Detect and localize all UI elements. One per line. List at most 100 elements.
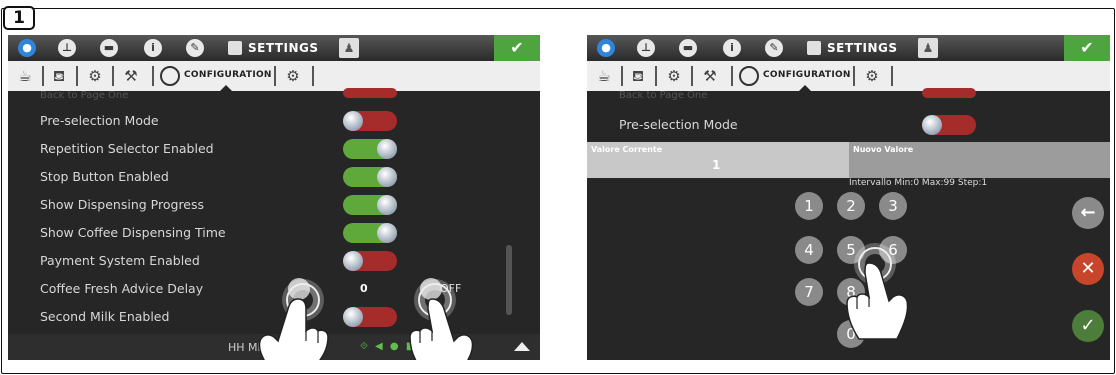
dispensing-progress-toggle[interactable] xyxy=(343,195,397,215)
repetition-selector-toggle[interactable] xyxy=(343,139,397,159)
toggle-knob xyxy=(377,139,397,159)
separator xyxy=(76,66,78,86)
stop-button-toggle[interactable] xyxy=(343,167,397,187)
user-settings-icon[interactable]: ⚙ xyxy=(663,66,685,86)
toggle-partial[interactable] xyxy=(343,88,397,98)
water-drop-icon[interactable]: ● xyxy=(597,39,615,57)
back-to-page-one[interactable]: Back to Page One xyxy=(619,90,707,101)
settings-icon xyxy=(807,41,821,55)
separator xyxy=(655,66,657,86)
separator xyxy=(853,66,855,86)
new-value-panel[interactable]: Nuovo Valore xyxy=(849,142,1110,178)
dispenser-icon[interactable]: ⛾ xyxy=(48,66,70,86)
toggle-knob xyxy=(922,115,942,135)
status-icons: ⟐ ◀ ● ■ xyxy=(360,341,418,352)
second-milk-toggle[interactable] xyxy=(343,307,397,327)
separator xyxy=(274,66,276,86)
wrench-icon[interactable]: ✔ xyxy=(494,35,540,61)
toggle-knob xyxy=(377,195,397,215)
cup-icon[interactable]: ▬ xyxy=(100,39,118,57)
pointing-hand-icon xyxy=(258,298,329,360)
setting-label: Repetition Selector Enabled xyxy=(40,141,214,156)
confirm-button[interactable]: ✓ xyxy=(1072,310,1104,342)
dispenser-icon[interactable]: ⛾ xyxy=(627,66,649,86)
setting-label: Pre-selection Mode xyxy=(619,117,738,132)
separator xyxy=(152,66,154,86)
separator xyxy=(621,66,623,86)
configuration-tab[interactable]: CONFIGURATION xyxy=(184,70,272,80)
beans-icon[interactable]: ☕ xyxy=(14,66,36,86)
separator xyxy=(112,66,114,86)
setting-row: Payment System Enabled xyxy=(8,247,540,275)
user-icon[interactable]: ♟ xyxy=(339,38,359,58)
toggle-knob xyxy=(343,111,363,131)
configuration-icon[interactable] xyxy=(160,66,180,86)
setting-row: Show Dispensing Progress xyxy=(8,191,540,219)
settings-screen-list: ● ⊥ ▬ i ✎ SETTINGS ♟ ✔ ☕ ⛾ ⚙ ⚒ CONFIGURA… xyxy=(8,35,540,360)
clock-icon[interactable]: ⊥ xyxy=(637,39,655,57)
separator xyxy=(731,66,733,86)
payment-system-toggle[interactable] xyxy=(343,251,397,271)
setting-label: Second Milk Enabled xyxy=(40,309,170,324)
user-icon[interactable]: ♟ xyxy=(918,38,938,58)
pointing-hand-icon xyxy=(846,262,909,340)
setting-row: Pre-selection Mode xyxy=(587,111,1110,139)
info-icon[interactable]: i xyxy=(144,39,162,57)
key-3[interactable]: 3 xyxy=(879,192,907,220)
pre-selection-toggle[interactable] xyxy=(922,115,976,135)
toggle-knob xyxy=(377,167,397,187)
configuration-icon[interactable] xyxy=(739,66,759,86)
wrench-icon[interactable]: ✔ xyxy=(1064,35,1110,61)
advanced-user-icon[interactable]: ⚙ xyxy=(861,66,883,86)
current-value: 1 xyxy=(712,158,721,172)
scrollbar[interactable] xyxy=(506,245,512,315)
toggle-knob xyxy=(343,251,363,271)
cancel-button[interactable]: ✕ xyxy=(1072,253,1104,285)
settings-tab[interactable]: SETTINGS xyxy=(807,39,898,57)
settings-sub-toolbar: ☕ ⛾ ⚙ ⚒ CONFIGURATION ⚙ xyxy=(8,61,540,91)
separator xyxy=(42,66,44,86)
pointing-hand-icon xyxy=(409,298,474,360)
back-to-page-one[interactable]: Back to Page One xyxy=(40,90,128,101)
setting-label: Stop Button Enabled xyxy=(40,169,169,184)
tools-icon[interactable]: ⚒ xyxy=(120,66,142,86)
clock-icon[interactable]: ⊥ xyxy=(58,39,76,57)
key-4[interactable]: 4 xyxy=(795,236,823,264)
coffee-time-toggle[interactable] xyxy=(343,223,397,243)
setting-row: Repetition Selector Enabled xyxy=(8,135,540,163)
setting-label: Payment System Enabled xyxy=(40,253,200,268)
backspace-button[interactable]: ← xyxy=(1072,197,1104,229)
setting-row: Pre-selection Mode xyxy=(8,107,540,135)
setting-label: Show Dispensing Progress xyxy=(40,197,205,212)
settings-label: SETTINGS xyxy=(827,41,898,55)
user-settings-icon[interactable]: ⚙ xyxy=(84,66,106,86)
pencil-icon[interactable]: ✎ xyxy=(765,39,783,57)
top-navigation-bar: ● ⊥ ▬ i ✎ SETTINGS ♟ ✔ xyxy=(8,35,540,61)
toggle-partial[interactable] xyxy=(922,88,976,98)
range-info: Intervallo Min:0 Max:99 Step:1 xyxy=(849,178,988,188)
cup-icon[interactable]: ▬ xyxy=(679,39,697,57)
key-7[interactable]: 7 xyxy=(795,278,823,306)
separator xyxy=(691,66,693,86)
settings-tab[interactable]: SETTINGS xyxy=(228,39,319,57)
beans-icon[interactable]: ☕ xyxy=(593,66,615,86)
delay-value: 0 xyxy=(360,282,368,295)
separator xyxy=(891,66,893,86)
setting-row: Stop Button Enabled xyxy=(8,163,540,191)
pre-selection-toggle[interactable] xyxy=(343,111,397,131)
settings-icon xyxy=(228,41,242,55)
water-drop-icon[interactable]: ● xyxy=(18,39,36,57)
setting-row: Show Coffee Dispensing Time xyxy=(8,219,540,247)
toggle-knob xyxy=(343,307,363,327)
setting-label: Pre-selection Mode xyxy=(40,113,159,128)
info-icon[interactable]: i xyxy=(723,39,741,57)
configuration-tab[interactable]: CONFIGURATION xyxy=(763,70,851,80)
key-2[interactable]: 2 xyxy=(837,192,865,220)
key-1[interactable]: 1 xyxy=(795,192,823,220)
tools-icon[interactable]: ⚒ xyxy=(699,66,721,86)
settings-sub-toolbar: ☕ ⛾ ⚙ ⚒ CONFIGURATION ⚙ xyxy=(587,61,1110,91)
advanced-user-icon[interactable]: ⚙ xyxy=(282,66,304,86)
top-navigation-bar: ● ⊥ ▬ i ✎ SETTINGS ♟ ✔ xyxy=(587,35,1110,61)
pencil-icon[interactable]: ✎ xyxy=(186,39,204,57)
scroll-up-icon[interactable] xyxy=(514,342,530,351)
